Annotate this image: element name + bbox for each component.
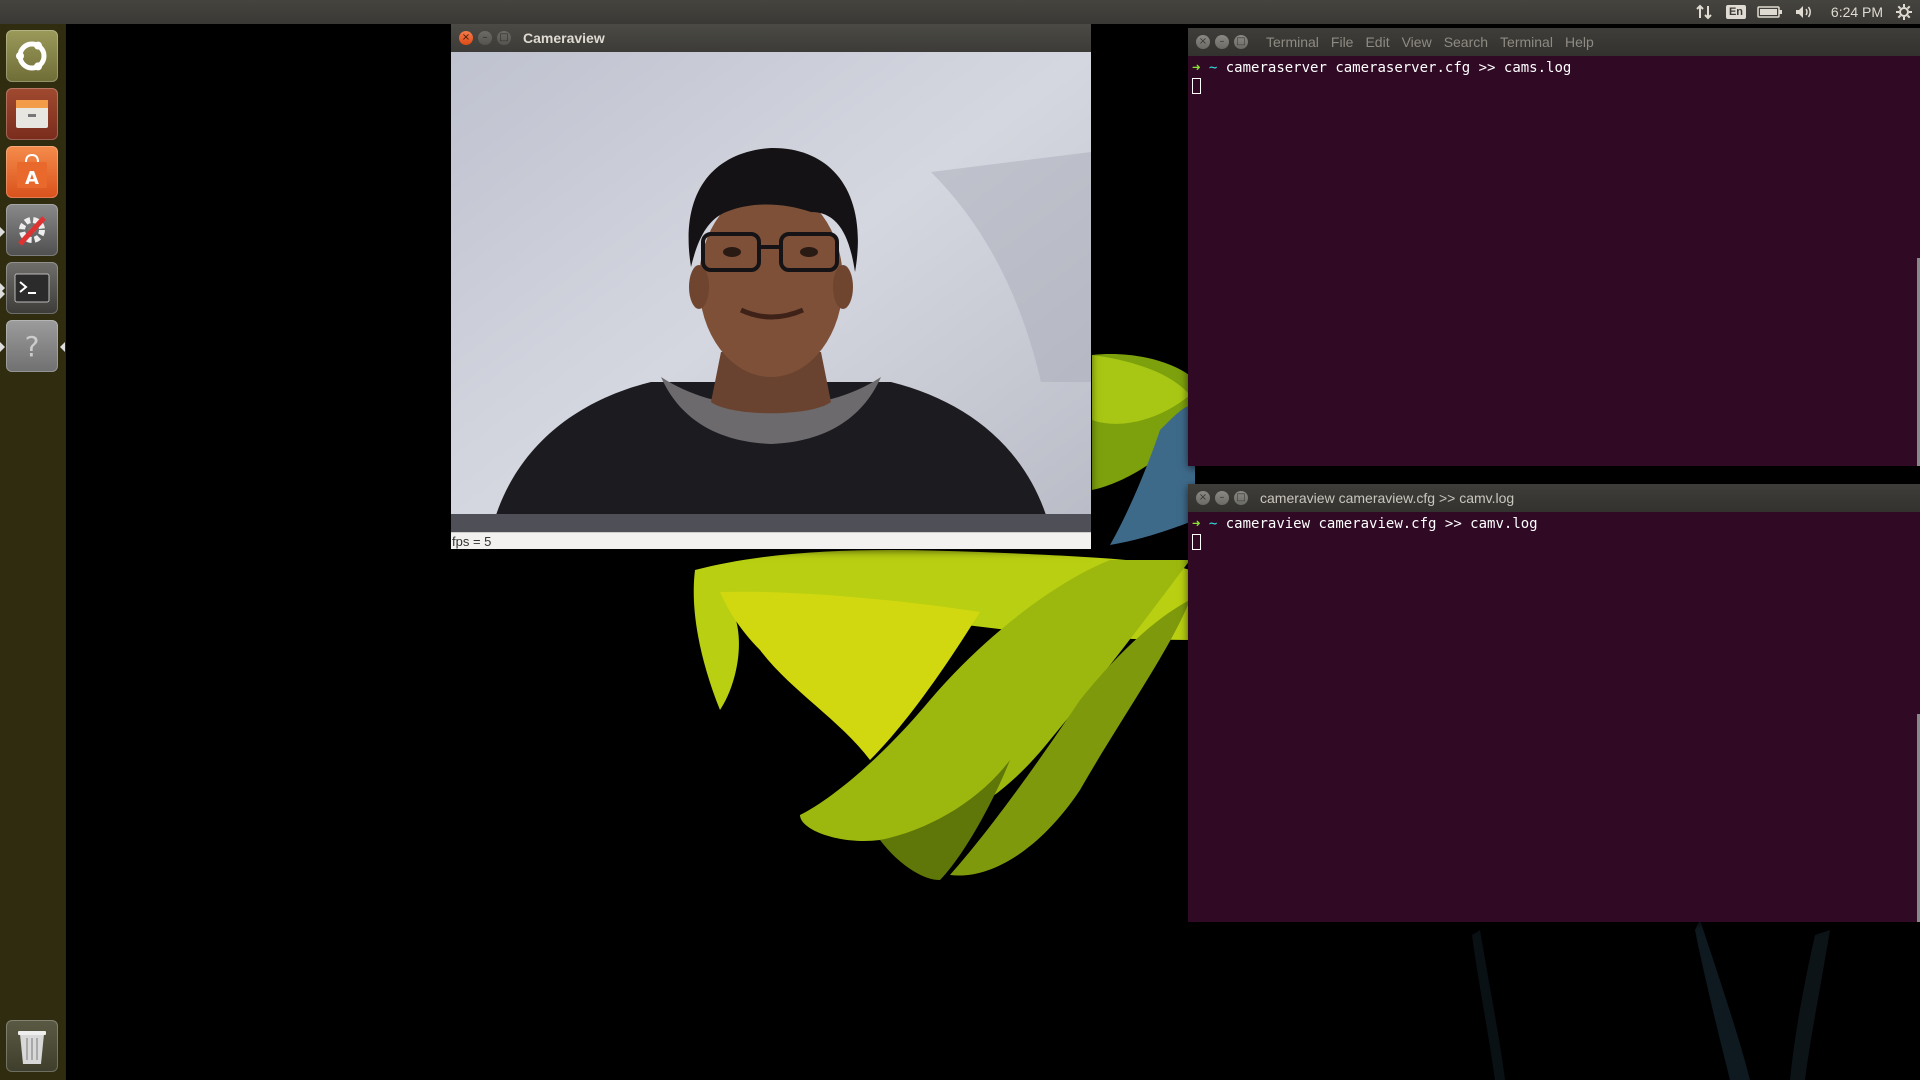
svg-text:A: A bbox=[25, 168, 39, 189]
language-label: En bbox=[1725, 5, 1747, 19]
files-icon[interactable] bbox=[6, 88, 58, 140]
terminal-output[interactable]: ➜ ~ cameraserver cameraserver.cfg >> cam… bbox=[1188, 56, 1920, 466]
window-title: cameraview cameraview.cfg >> camv.log bbox=[1260, 490, 1515, 506]
prompt-directory: ~ bbox=[1208, 60, 1218, 76]
network-updown-icon[interactable] bbox=[1694, 0, 1714, 24]
close-button[interactable]: × bbox=[1196, 35, 1210, 49]
menu-edit[interactable]: Edit bbox=[1365, 34, 1389, 50]
cameraview-titlebar[interactable]: × – □ Cameraview bbox=[451, 24, 1091, 52]
svg-text:?: ? bbox=[25, 330, 40, 363]
minimize-button[interactable]: – bbox=[1215, 491, 1229, 505]
clock[interactable]: 6:24 PM bbox=[1826, 0, 1888, 24]
running-indicator bbox=[0, 289, 5, 299]
terminal-icon[interactable] bbox=[6, 262, 58, 314]
focused-indicator bbox=[0, 342, 5, 352]
prompt-line: ➜ ~ cameraserver cameraserver.cfg >> cam… bbox=[1192, 60, 1916, 76]
clock-text: 6:24 PM bbox=[1830, 4, 1884, 20]
window-title: Cameraview bbox=[523, 30, 605, 46]
menu-help[interactable]: Help bbox=[1565, 34, 1594, 50]
prompt-directory: ~ bbox=[1208, 516, 1218, 532]
prompt-arrow: ➜ bbox=[1192, 516, 1201, 532]
maximize-button[interactable]: □ bbox=[1234, 491, 1248, 505]
help-icon[interactable]: ? bbox=[6, 320, 58, 372]
maximize-button[interactable]: □ bbox=[1234, 35, 1248, 49]
menu-terminal-title: Terminal bbox=[1266, 34, 1319, 50]
battery-icon[interactable] bbox=[1756, 0, 1784, 24]
command-text: cameraserver cameraserver.cfg >> cams.lo… bbox=[1225, 60, 1572, 76]
maximize-button[interactable]: □ bbox=[497, 31, 511, 45]
focused-indicator bbox=[60, 342, 65, 352]
software-center-icon[interactable]: A bbox=[6, 146, 58, 198]
cameraview-window[interactable]: × – □ Cameraview fps = 5 bbox=[451, 24, 1091, 549]
text-cursor bbox=[1192, 78, 1201, 94]
text-cursor bbox=[1192, 534, 1201, 550]
top-panel: En 6:24 PM bbox=[0, 0, 1920, 24]
terminal-titlebar[interactable]: × – □ Terminal File Edit View Search Ter… bbox=[1188, 28, 1920, 56]
terminal-window-cameraserver[interactable]: × – □ Terminal File Edit View Search Ter… bbox=[1188, 28, 1920, 466]
fps-label: fps = 5 bbox=[452, 534, 492, 549]
launcher: A ? bbox=[0, 24, 66, 1080]
camera-feed bbox=[451, 52, 1091, 532]
terminal-window-cameraview[interactable]: × – □ cameraview cameraview.cfg >> camv.… bbox=[1188, 484, 1920, 922]
menu-search[interactable]: Search bbox=[1444, 34, 1488, 50]
terminal-output[interactable]: ➜ ~ cameraview cameraview.cfg >> camv.lo… bbox=[1188, 512, 1920, 922]
command-text: cameraview cameraview.cfg >> camv.log bbox=[1225, 516, 1538, 532]
running-indicator bbox=[0, 227, 5, 237]
close-button[interactable]: × bbox=[1196, 491, 1210, 505]
prompt-line: ➜ ~ cameraview cameraview.cfg >> camv.lo… bbox=[1192, 516, 1916, 532]
keyboard-layout-indicator[interactable]: En bbox=[1724, 0, 1748, 24]
terminal-titlebar[interactable]: × – □ cameraview cameraview.cfg >> camv.… bbox=[1188, 484, 1920, 512]
ubuntu-dash-icon[interactable] bbox=[6, 30, 58, 82]
terminal-menubar: Terminal File Edit View Search Terminal … bbox=[1266, 28, 1606, 56]
menu-terminal[interactable]: Terminal bbox=[1500, 34, 1553, 50]
minimize-button[interactable]: – bbox=[1215, 35, 1229, 49]
system-settings-icon[interactable] bbox=[6, 204, 58, 256]
volume-icon[interactable] bbox=[1792, 0, 1816, 24]
status-bar: fps = 5 bbox=[451, 532, 1091, 549]
minimize-button[interactable]: – bbox=[478, 31, 492, 45]
menu-view[interactable]: View bbox=[1402, 34, 1432, 50]
gear-icon[interactable] bbox=[1894, 0, 1914, 24]
trash-icon[interactable] bbox=[6, 1020, 58, 1072]
menu-file[interactable]: File bbox=[1331, 34, 1354, 50]
prompt-arrow: ➜ bbox=[1192, 60, 1201, 76]
close-button[interactable]: × bbox=[459, 31, 473, 45]
